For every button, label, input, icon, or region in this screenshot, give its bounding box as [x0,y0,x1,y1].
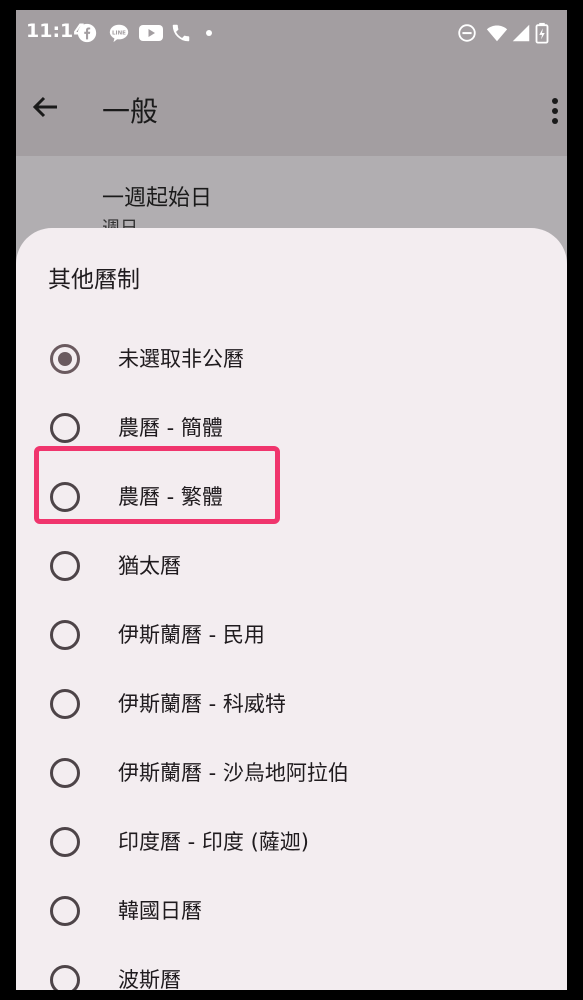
radio-unchecked-icon[interactable] [50,896,80,926]
radio-checked-icon[interactable] [50,344,80,374]
option-islamic-saudi[interactable]: 伊斯蘭曆 - 沙烏地阿拉伯 [16,742,567,804]
svg-text:LINE: LINE [112,30,126,36]
option-korean[interactable]: 韓國日曆 [16,880,567,942]
radio-unchecked-icon[interactable] [50,689,80,719]
option-indian-saka[interactable]: 印度曆 - 印度 (薩迦) [16,811,567,873]
dot-icon [204,22,214,44]
do-not-disturb-icon [456,22,478,44]
radio-unchecked-icon[interactable] [50,551,80,581]
status-bar: 11:14 LINE [16,10,567,56]
option-label: 伊斯蘭曆 - 沙烏地阿拉伯 [118,761,349,785]
option-label: 伊斯蘭曆 - 科威特 [118,692,286,716]
radio-unchecked-icon[interactable] [50,758,80,788]
radio-unchecked-icon[interactable] [50,827,80,857]
device-frame: 11:14 LINE 一般 一週起始日 其他曆制 未選取非公曆 農曆 - 簡體 … [0,0,583,1000]
radio-unchecked-icon[interactable] [50,620,80,650]
more-options-icon[interactable] [550,96,560,126]
app-bar: 一般 [16,56,567,156]
radio-unchecked-icon[interactable] [50,965,80,990]
option-label: 印度曆 - 印度 (薩迦) [118,830,309,854]
option-label: 未選取非公曆 [118,347,244,371]
sheet-title: 其他曆制 [48,267,140,293]
screen: 11:14 LINE 一般 一週起始日 其他曆制 未選取非公曆 農曆 - 簡體 … [16,10,567,990]
option-label: 猶太曆 [118,554,181,578]
battery-icon [534,22,550,44]
highlight-box [34,446,280,524]
calendar-bottom-sheet: 其他曆制 未選取非公曆 農曆 - 簡體 農曆 - 繁體 猶太曆 伊斯蘭曆 - 民… [16,228,567,990]
option-label: 韓國日曆 [118,899,202,923]
option-label: 伊斯蘭曆 - 民用 [118,623,265,647]
page-title: 一般 [102,95,159,128]
facebook-icon [76,22,98,44]
line-icon: LINE [108,22,130,44]
option-none[interactable]: 未選取非公曆 [16,328,567,390]
youtube-icon [138,22,164,44]
option-islamic-kuwait[interactable]: 伊斯蘭曆 - 科威特 [16,673,567,735]
option-hebrew[interactable]: 猶太曆 [16,535,567,597]
pref-title: 一週起始日 [102,186,213,211]
back-arrow-icon[interactable] [30,92,60,122]
option-persian[interactable]: 波斯曆 [16,949,567,990]
phone-icon [170,22,192,44]
option-label: 農曆 - 簡體 [118,416,223,440]
radio-unchecked-icon[interactable] [50,413,80,443]
option-label: 波斯曆 [118,968,181,990]
option-islamic-civil[interactable]: 伊斯蘭曆 - 民用 [16,604,567,666]
signal-icon [510,22,532,44]
wifi-icon [486,22,508,44]
